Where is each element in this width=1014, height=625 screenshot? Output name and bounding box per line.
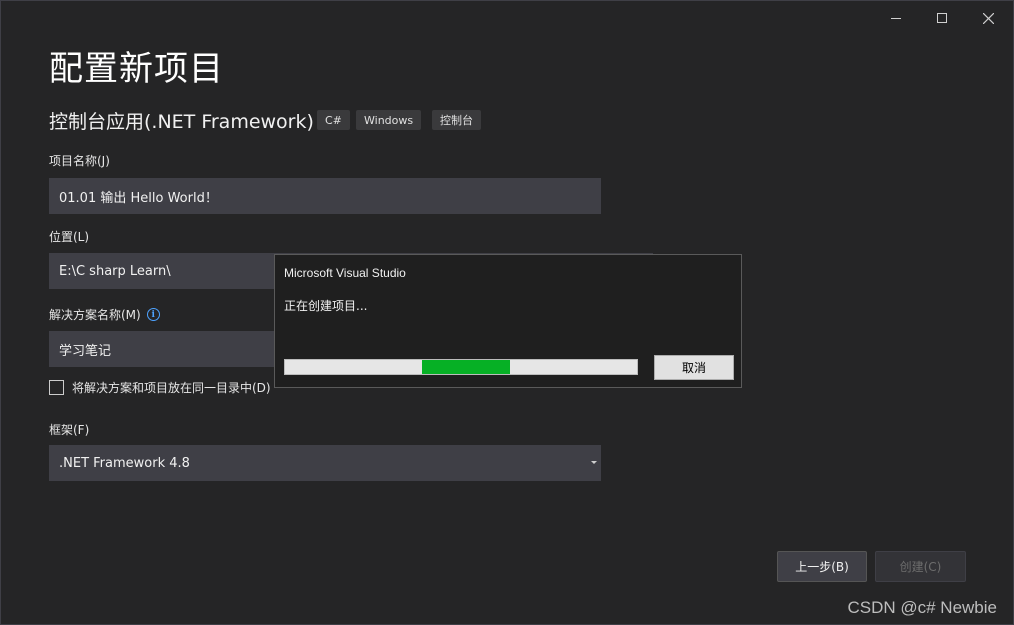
framework-label: 框架(F) — [49, 423, 90, 437]
project-name-label: 项目名称(J) — [49, 154, 110, 168]
page-title: 配置新项目 — [49, 49, 224, 89]
close-icon — [982, 12, 994, 24]
cancel-button[interactable]: 取消 — [654, 355, 734, 380]
maximize-button[interactable] — [919, 5, 965, 31]
configure-project-window: 配置新项目 控制台应用(.NET Framework) C# Windows 控… — [0, 0, 1014, 625]
progress-indicator — [422, 360, 511, 374]
info-icon[interactable]: i — [146, 308, 160, 321]
location-label: 位置(L) — [49, 230, 90, 244]
maximize-icon — [937, 13, 947, 23]
progress-bar — [284, 359, 638, 375]
solution-name-value: 学习笔记 — [59, 343, 112, 359]
tag-project-type: 控制台 — [432, 110, 481, 130]
watermark: CSDN @c# Newbie — [847, 598, 997, 617]
chevron-down-icon — [591, 461, 597, 464]
minimize-icon — [891, 17, 901, 19]
same-directory-option[interactable]: 将解决方案和项目放在同一目录中(D) — [49, 379, 271, 396]
project-type-name: 控制台应用(.NET Framework) — [49, 111, 314, 133]
location-value: E:\C sharp Learn\ — [59, 263, 171, 279]
project-name-value: 01.01 输出 Hello World！ — [59, 190, 218, 206]
tag-language: C# — [317, 110, 350, 130]
framework-value: .NET Framework 4.8 — [59, 455, 190, 471]
dialog-title: Microsoft Visual Studio — [284, 266, 406, 280]
solution-name-label-row: 解决方案名称(M) i — [49, 306, 160, 323]
back-button[interactable]: 上一步(B) — [777, 551, 867, 582]
tag-platform: Windows — [356, 110, 422, 130]
close-button[interactable] — [965, 5, 1011, 31]
same-directory-checkbox[interactable] — [49, 380, 64, 395]
same-directory-label: 将解决方案和项目放在同一目录中(D) — [72, 381, 271, 395]
minimize-button[interactable] — [873, 5, 919, 31]
create-button[interactable]: 创建(C) — [875, 551, 966, 582]
progress-dialog: Microsoft Visual Studio 正在创建项目... 取消 — [274, 254, 742, 388]
solution-name-label: 解决方案名称(M) — [49, 308, 141, 322]
project-name-input[interactable]: 01.01 输出 Hello World！ — [49, 178, 601, 214]
framework-select[interactable]: .NET Framework 4.8 — [49, 445, 601, 481]
dialog-message: 正在创建项目... — [284, 299, 368, 313]
